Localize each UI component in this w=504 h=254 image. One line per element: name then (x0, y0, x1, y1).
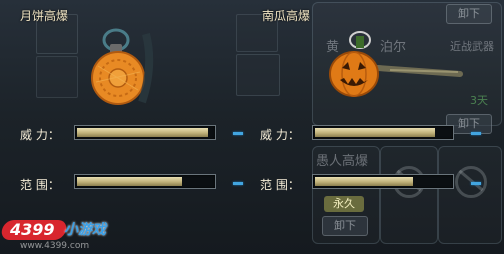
right-range-label: 范 围： (260, 178, 300, 192)
right-power-bar (312, 125, 454, 140)
minus-icon (471, 132, 481, 135)
item-slot[interactable] (36, 56, 78, 98)
left-range-label: 范 围： (20, 178, 60, 192)
permanent-badge: 永久 (324, 196, 364, 212)
grenade-name: 愚人高爆 (316, 154, 369, 169)
left-range-bar (74, 174, 216, 189)
days-label: 3天 (470, 94, 488, 107)
4399-logo: 4399 小游戏 www.4399.com (0, 214, 118, 254)
logo-text: 4399 (10, 220, 55, 239)
logo-url: www.4399.com (20, 241, 90, 251)
minus-icon (233, 132, 243, 135)
right-range-bar (312, 174, 454, 189)
weapon-compare-panel: 卸下 卸下 卸下 黄 泊尔 近战武器 3天 愚人高爆 永久 月饼高爆 南瓜高爆 … (0, 0, 504, 254)
minus-icon (471, 182, 481, 185)
left-weapon-title: 月饼高爆 (20, 9, 69, 23)
unequip-button[interactable]: 卸下 (322, 216, 368, 236)
pumpkin-grenade-icon (329, 31, 463, 97)
left-range-bar-fill (77, 177, 182, 186)
right-weapon-title: 南瓜高爆 (262, 9, 311, 23)
item-slot[interactable] (236, 54, 280, 96)
right-power-bar-fill (315, 128, 435, 137)
left-power-bar-fill (77, 128, 208, 137)
unequip-button[interactable]: 卸下 (446, 4, 492, 24)
right-range-bar-fill (315, 177, 413, 186)
minus-icon (233, 182, 243, 185)
right-power-label: 威 力： (260, 128, 300, 142)
left-power-bar (74, 125, 216, 140)
left-power-label: 威 力： (20, 128, 60, 142)
mooncake-grenade-icon (91, 28, 154, 105)
logo-sub: 小游戏 (64, 222, 106, 238)
